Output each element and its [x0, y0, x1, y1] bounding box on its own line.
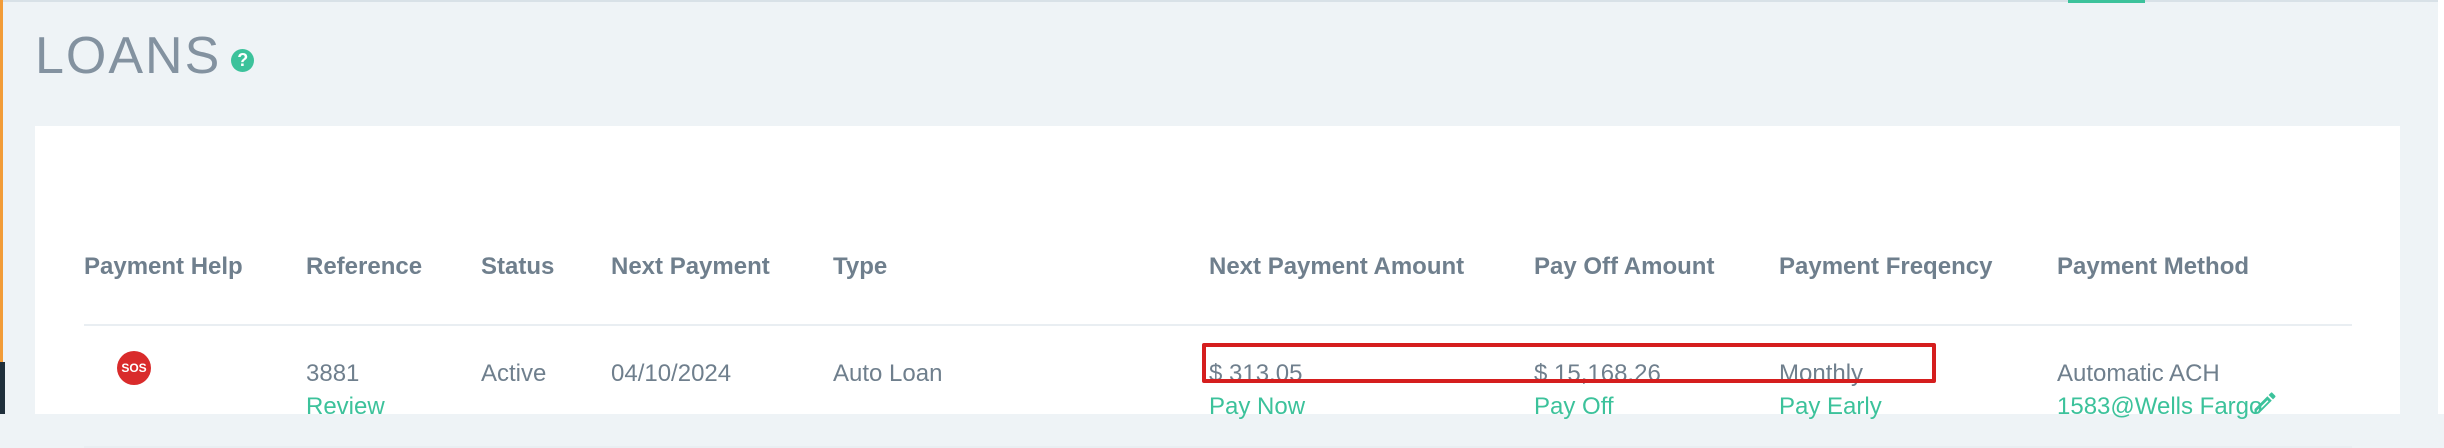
column-header-payment-method: Payment Method [2057, 253, 2250, 280]
next-payment-amount-value: $ 313.05 [1209, 360, 1303, 387]
loans-table: Payment Help Reference Status Next Payme… [84, 214, 2352, 448]
loan-type-value: Auto Loan [833, 360, 943, 387]
next-payment-date: 04/10/2024 [611, 360, 732, 387]
column-header-reference: Reference [306, 253, 423, 280]
column-header-type: Type [833, 253, 888, 280]
sos-icon[interactable]: SOS [117, 351, 151, 385]
payment-method-value: Automatic ACH [2057, 360, 2220, 387]
status-value: Active [481, 360, 547, 387]
question-circle-icon[interactable]: ? [231, 48, 255, 72]
pay-now-link[interactable]: Pay Now [1209, 393, 1305, 422]
loans-card: Payment Help Reference Status Next Payme… [35, 126, 2400, 448]
right-edge-strip [2438, 0, 2444, 414]
pay-off-amount-value: $ 15,168.26 [1534, 360, 1661, 387]
column-header-pay-off-amount: Pay Off Amount [1534, 253, 1715, 280]
column-header-next-payment-amount: Next Payment Amount [1209, 253, 1465, 280]
page-title: LOANS [35, 27, 222, 85]
column-header-payment-help: Payment Help [84, 253, 243, 280]
page-header: LOANS ? [35, 27, 255, 85]
reference-value: 3881 [306, 360, 360, 387]
left-accent-bar [0, 0, 3, 414]
left-sidebar-fragment [0, 362, 5, 414]
payment-frequency-value: Monthly [1779, 360, 1864, 387]
pencil-icon[interactable] [2251, 389, 2279, 417]
review-link[interactable]: Review [306, 393, 385, 422]
pay-early-link[interactable]: Pay Early [1779, 393, 1882, 422]
active-tab-indicator [2068, 0, 2145, 3]
payment-method-account-link[interactable]: 1583@Wells Fargo [2057, 393, 2262, 422]
column-header-next-payment: Next Payment [611, 253, 770, 280]
pay-off-link[interactable]: Pay Off [1534, 393, 1614, 422]
column-header-payment-frequency: Payment Freqency [1779, 253, 1993, 280]
table-row: SOS 3881 Review Active 04/10/2024 Auto L… [84, 326, 2352, 448]
table-header-row: Payment Help Reference Status Next Payme… [84, 214, 2352, 326]
column-header-status: Status [481, 253, 555, 280]
